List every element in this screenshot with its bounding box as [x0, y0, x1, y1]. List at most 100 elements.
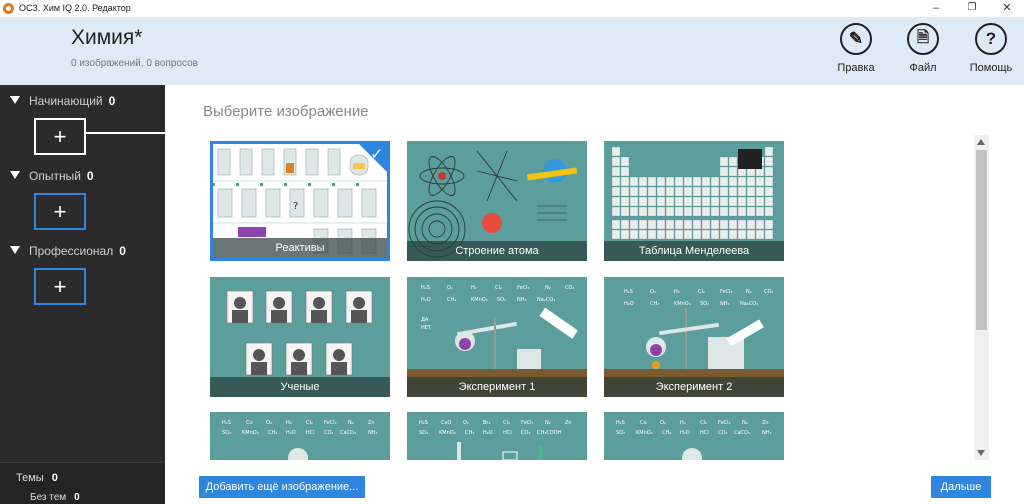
image-tile-experiment-5[interactable]: H₂S Cu O₂ H₂ Cl₂ FeCl₃ N₂ Zn SO₂ KMnO₄ CH₄ H₂O HCl C…	[604, 412, 784, 460]
svg-text:CH₄: CH₄	[465, 430, 474, 436]
level-experienced[interactable]: Опытный 0	[10, 169, 94, 183]
add-question-button-beginner[interactable]: +	[34, 118, 86, 155]
minimize-button[interactable]: –	[919, 0, 953, 17]
periodic-cell	[764, 176, 774, 187]
periodic-cell	[683, 186, 693, 197]
scroll-up-icon[interactable]	[977, 139, 985, 145]
periodic-cell	[674, 196, 684, 207]
restore-button[interactable]: ❐	[955, 0, 989, 17]
svg-text:SO₂: SO₂	[616, 430, 625, 436]
svg-text:CO₂: CO₂	[764, 289, 773, 295]
edit-button[interactable]: ✎ Правка	[831, 23, 881, 74]
svg-text:H₂S: H₂S	[624, 289, 633, 295]
image-tile-reagents[interactable]: ? ✓ Реактивы	[210, 141, 390, 261]
svg-text:Cu: Cu	[640, 420, 647, 426]
periodic-cell	[746, 176, 756, 187]
periodic-cell	[665, 206, 675, 217]
document-icon: 🗎	[907, 23, 939, 55]
svg-text:H₂S: H₂S	[222, 420, 231, 426]
svg-text:KMnO₄: KMnO₄	[471, 297, 488, 303]
scroll-down-icon[interactable]	[977, 450, 985, 456]
svg-text:Cl₂: Cl₂	[495, 285, 502, 291]
periodic-cell	[611, 176, 621, 187]
periodic-cell	[629, 186, 639, 197]
file-label: Файл	[909, 62, 937, 74]
svg-text:FeCl₃: FeCl₃	[517, 285, 530, 291]
image-tile-experiment-1[interactable]: H₂S O₂ H₂ Cl₂ FeCl₃ N₂ CO₂ H₂O CH₄ KMnO₄ SO₂ NH₃ Na…	[407, 277, 587, 397]
svg-text:FeCl₃: FeCl₃	[718, 420, 731, 426]
periodic-cell	[719, 166, 729, 177]
periodic-cell	[737, 196, 747, 207]
collapse-triangle-icon[interactable]	[10, 96, 20, 104]
periodic-cell	[701, 176, 711, 187]
periodic-cell	[764, 166, 774, 177]
periodic-cell	[629, 229, 639, 240]
tile-caption: Таблица Менделеева	[604, 241, 784, 261]
periodic-cell	[674, 186, 684, 197]
periodic-cell	[701, 196, 711, 207]
add-question-button-professional[interactable]: +	[34, 268, 86, 305]
periodic-cell	[710, 176, 720, 187]
periodic-cell	[620, 186, 630, 197]
periodic-cell	[737, 186, 747, 197]
svg-text:CO₂: CO₂	[718, 430, 727, 436]
themes-panel[interactable]: Темы 0 Без тем 0	[0, 462, 165, 504]
experiment-3-illustration: H₂S Cu O₂ H₂ Cl₂ FeCl₃ N₂ Zn SO₂ KMnO₄ CH₄ H₂O HCl C…	[222, 420, 378, 460]
svg-text:Cl₂: Cl₂	[700, 420, 707, 426]
periodic-cell	[692, 186, 702, 197]
close-button[interactable]: ✕	[990, 0, 1024, 17]
collapse-triangle-icon[interactable]	[10, 171, 20, 179]
image-tile-scientists[interactable]: Ученые	[210, 277, 390, 397]
image-tile-experiment-3[interactable]: H₂S Cu O₂ H₂ Cl₂ FeCl₃ N₂ Zn SO₂ KMnO₄ CH₄ H₂O HCl C…	[210, 412, 390, 460]
help-button[interactable]: ? Помощь	[966, 23, 1016, 74]
periodic-cell	[728, 219, 738, 230]
periodic-cell	[692, 229, 702, 240]
periodic-cell	[746, 206, 756, 217]
periodic-cell	[611, 196, 621, 207]
collapse-triangle-icon[interactable]	[10, 246, 20, 254]
svg-text:N₂: N₂	[742, 420, 748, 426]
periodic-cell	[728, 229, 738, 240]
periodic-cell	[620, 166, 630, 177]
svg-text:HCl: HCl	[503, 430, 512, 436]
svg-text:FeCl₃: FeCl₃	[521, 420, 534, 426]
periodic-cell	[746, 186, 756, 197]
level-beginner[interactable]: Начинающий 0	[10, 94, 115, 108]
svg-text:H₂: H₂	[471, 285, 477, 291]
add-more-images-button[interactable]: Добавить ещё изображение...	[199, 476, 365, 498]
periodic-cell	[746, 196, 756, 207]
periodic-cell	[656, 176, 666, 187]
image-tile-experiment-4[interactable]: H₂S CaO O₂ Br₂ Cl₂ FeCl₃ N₂ Zn SO₂ KMnO₄ CH₄ H₂O HC…	[407, 412, 587, 460]
periodic-cell	[647, 186, 657, 197]
levels-sidebar: Начинающий 0 + Опытный 0 + Профессионал 0 +	[0, 85, 165, 504]
svg-text:FeCl₃: FeCl₃	[324, 420, 337, 426]
level-professional[interactable]: Профессионал 0	[10, 244, 126, 258]
image-tile-experiment-2[interactable]: H₂S O₂ H₂ Cl₂ FeCl₃ N₂ CO₂ H₂O CH₄ KMnO₄ SO₂ NH₃ Na…	[604, 277, 784, 397]
svg-text:H₂: H₂	[286, 420, 292, 426]
periodic-cell	[719, 229, 729, 240]
periodic-cell	[755, 196, 765, 207]
file-button[interactable]: 🗎 Файл	[898, 23, 948, 74]
svg-text:NH₃: NH₃	[720, 301, 730, 307]
periodic-cell	[710, 186, 720, 197]
selection-connector-line	[86, 132, 165, 134]
periodic-cell	[611, 156, 621, 167]
image-tile-periodic-table[interactable]: Таблица Менделеева	[604, 141, 784, 261]
periodic-cell	[647, 196, 657, 207]
svg-text:НЕТ: НЕТ	[421, 325, 432, 331]
scrollbar-thumb[interactable]	[976, 150, 987, 330]
periodic-cell	[665, 186, 675, 197]
image-grid-scrollbar[interactable]	[974, 135, 989, 460]
periodic-cell	[683, 219, 693, 230]
periodic-cell	[620, 206, 630, 217]
svg-text:CH₃COOH: CH₃COOH	[537, 430, 562, 436]
periodic-cell	[692, 176, 702, 187]
add-question-button-experienced[interactable]: +	[34, 193, 86, 230]
svg-text:Br₂: Br₂	[483, 420, 491, 426]
svg-text:Zn: Zn	[565, 420, 572, 426]
tile-caption: Эксперимент 1	[407, 377, 587, 397]
svg-text:KMnO₄: KMnO₄	[439, 430, 456, 436]
next-button[interactable]: Дальше	[931, 476, 991, 498]
svg-text:NH₃: NH₃	[762, 430, 772, 436]
image-tile-atom-structure[interactable]: Строение атома	[407, 141, 587, 261]
